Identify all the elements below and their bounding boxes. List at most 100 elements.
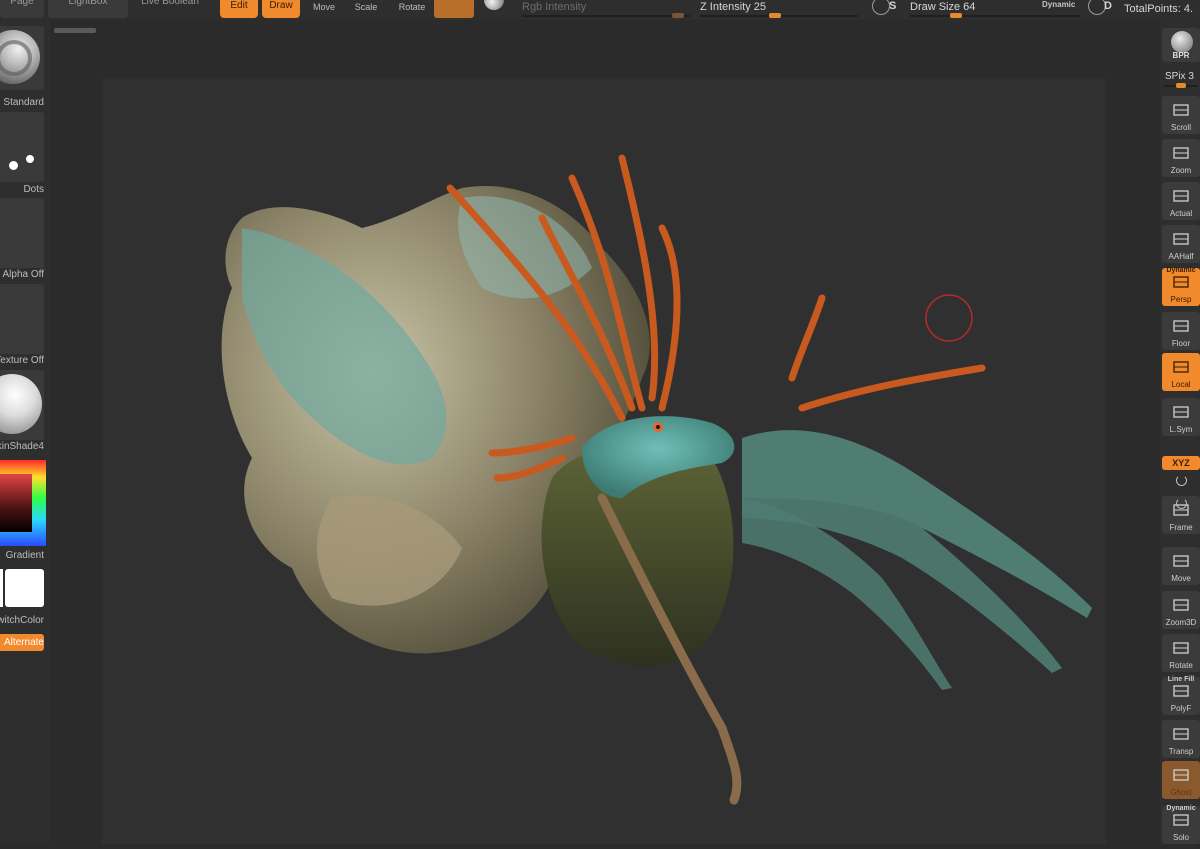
dot-icon bbox=[26, 155, 34, 163]
alternate-button[interactable]: Alternate bbox=[0, 634, 44, 651]
spix-label: SPix 3 bbox=[1165, 71, 1194, 82]
switch-color-label[interactable]: SwitchColor bbox=[0, 615, 44, 626]
floor-button[interactable]: Floor bbox=[1162, 312, 1200, 350]
canvas-area bbox=[50, 20, 1160, 844]
rotate-z-axis-icon[interactable] bbox=[1176, 498, 1187, 509]
stroke-thumbnail[interactable] bbox=[0, 112, 44, 182]
ghost-button[interactable]: Ghost bbox=[1162, 761, 1200, 799]
left-tray: Standard Dots Alpha Off Texture Off Skin… bbox=[0, 20, 50, 844]
zoom3d-label: Zoom3D bbox=[1165, 618, 1197, 627]
draw-button[interactable]: Draw bbox=[262, 0, 300, 18]
move-button[interactable]: Move bbox=[1162, 547, 1200, 585]
focal-shift-icon[interactable] bbox=[872, 0, 890, 15]
color-picker[interactable] bbox=[0, 460, 46, 546]
polyf-icon bbox=[1173, 685, 1189, 697]
rgb-intensity-label: Rgb Intensity bbox=[522, 1, 587, 13]
fins bbox=[742, 430, 1092, 690]
total-points-readout: TotalPoints: 4. bbox=[1124, 3, 1194, 15]
spix-knob[interactable] bbox=[1176, 83, 1186, 88]
gradient-label: Gradient bbox=[5, 550, 44, 561]
solo-label: Solo bbox=[1172, 833, 1189, 842]
ghost-label: Ghost bbox=[1170, 788, 1192, 797]
actual-label: Actual bbox=[1169, 209, 1193, 218]
canvas-scrollbar[interactable] bbox=[54, 28, 96, 33]
zoom-icon bbox=[1173, 147, 1189, 159]
stroke-label: Dots bbox=[23, 184, 44, 195]
transp-label: Transp bbox=[1168, 747, 1194, 756]
edit-button[interactable]: Edit bbox=[220, 0, 258, 18]
lsym-button[interactable]: L.Sym bbox=[1162, 398, 1200, 436]
material-label: SkinShade4 bbox=[0, 441, 44, 452]
secondary-color-swatch[interactable] bbox=[0, 569, 3, 607]
brush-label: Standard bbox=[3, 97, 44, 108]
frame-label: Frame bbox=[1169, 523, 1193, 532]
spix-track[interactable] bbox=[1164, 83, 1198, 88]
z-intensity-slider[interactable]: Z Intensity 25 bbox=[700, 0, 858, 20]
dynamic-label[interactable]: Dynamic bbox=[1042, 0, 1075, 9]
solo-button[interactable]: Dynamic Solo bbox=[1162, 805, 1200, 844]
transp-icon bbox=[1173, 728, 1189, 740]
bpr-sphere-icon bbox=[1171, 31, 1193, 53]
persp-button[interactable]: Dynamic Persp bbox=[1162, 267, 1200, 306]
persp-label: Persp bbox=[1170, 295, 1192, 304]
local-button[interactable]: Local bbox=[1162, 353, 1200, 391]
move-icon bbox=[1173, 555, 1189, 567]
scroll-button[interactable]: Scroll bbox=[1162, 96, 1200, 134]
scale-button[interactable]: Scale bbox=[346, 0, 386, 18]
local-icon bbox=[1173, 361, 1189, 373]
move-label: Move bbox=[1171, 574, 1191, 583]
draw-size-label: Draw Size 64 bbox=[910, 1, 976, 13]
right-shelf: BPR SPix 3 Scroll Zoom Actual AAHalf Dynamic… bbox=[1160, 20, 1200, 844]
material-thumbnail[interactable] bbox=[0, 370, 44, 440]
tab-page[interactable]: Page bbox=[0, 0, 44, 18]
zoom3d-button[interactable]: Zoom3D bbox=[1162, 591, 1200, 629]
sculpt-model[interactable] bbox=[102, 78, 1106, 844]
document-viewport[interactable] bbox=[102, 78, 1106, 844]
saturation-square[interactable] bbox=[0, 474, 32, 532]
polyf-button[interactable]: Line Fill PolyF bbox=[1162, 676, 1200, 715]
dot-icon bbox=[9, 161, 18, 170]
rgb-intensity-slider[interactable]: Rgb Intensity bbox=[522, 0, 690, 20]
brush-cursor bbox=[925, 294, 973, 342]
alpha-label: Alpha Off bbox=[2, 269, 44, 280]
material-icon[interactable] bbox=[484, 0, 504, 10]
rgb-intensity-knob[interactable] bbox=[672, 13, 684, 18]
focal-shift-label: S bbox=[889, 0, 897, 12]
tab-lightbox[interactable]: LightBox bbox=[48, 0, 128, 18]
z-intensity-knob[interactable] bbox=[769, 13, 781, 18]
actual-button[interactable]: Actual bbox=[1162, 182, 1200, 220]
scroll-icon bbox=[1173, 104, 1189, 116]
top-toolbar: Page LightBox Live Boolean Edit Draw Mov… bbox=[0, 0, 1200, 20]
rotate-y-axis-icon[interactable] bbox=[1176, 475, 1187, 486]
aahalf-label: AAHalf bbox=[1168, 252, 1194, 261]
scroll-label: Scroll bbox=[1170, 123, 1191, 132]
zoom-button[interactable]: Zoom bbox=[1162, 139, 1200, 177]
move-button[interactable]: Move bbox=[304, 0, 344, 18]
draw-size-knob[interactable] bbox=[950, 13, 962, 18]
z-intensity-label: Z Intensity 25 bbox=[700, 1, 767, 13]
persp-icon bbox=[1173, 276, 1189, 288]
solo-icon bbox=[1173, 814, 1189, 826]
lsym-icon bbox=[1173, 406, 1189, 418]
polyf-label: PolyF bbox=[1170, 704, 1192, 713]
floor-label: Floor bbox=[1171, 339, 1191, 348]
rotate-button[interactable]: Rotate bbox=[1162, 634, 1200, 672]
texture-label: Texture Off bbox=[0, 355, 44, 366]
rotate-button[interactable]: Rotate bbox=[392, 0, 432, 18]
brush-thumbnail[interactable] bbox=[0, 26, 44, 90]
rotate-label: Rotate bbox=[1169, 661, 1193, 670]
zoom3d-icon bbox=[1173, 599, 1189, 611]
material-sphere-icon bbox=[0, 374, 42, 434]
actual-icon bbox=[1173, 190, 1189, 202]
aahalf-button[interactable]: AAHalf bbox=[1162, 225, 1200, 263]
transp-button[interactable]: Transp bbox=[1162, 720, 1200, 758]
color-swatch[interactable] bbox=[434, 0, 474, 18]
alpha-thumbnail[interactable] bbox=[0, 198, 44, 268]
zoom-label: Zoom bbox=[1170, 166, 1192, 175]
ghost-icon bbox=[1173, 769, 1189, 781]
texture-thumbnail[interactable] bbox=[0, 284, 44, 354]
bpr-button[interactable]: BPR bbox=[1162, 28, 1200, 62]
main-color-swatch[interactable] bbox=[5, 569, 44, 607]
tab-live-boolean[interactable]: Live Boolean bbox=[132, 0, 208, 18]
xyz-toggle[interactable]: XYZ bbox=[1162, 456, 1200, 470]
